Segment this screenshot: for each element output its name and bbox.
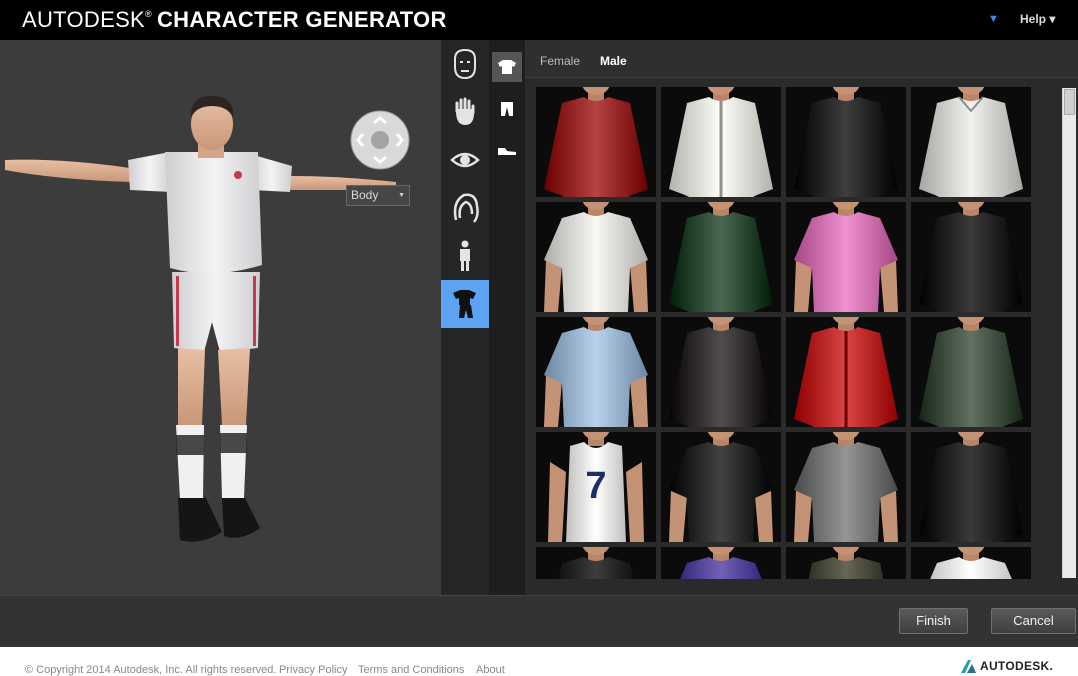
clothing-thumbnail	[786, 547, 906, 579]
about-link[interactable]: About	[476, 664, 505, 676]
product-name: CHARACTER GENERATOR	[156, 7, 447, 32]
clothing-thumbnail	[661, 432, 781, 542]
clothing-thumbnail	[536, 547, 656, 579]
clothing-item[interactable]	[786, 432, 906, 542]
face-icon	[454, 49, 476, 79]
category-clothing[interactable]	[441, 280, 489, 328]
clothing-item[interactable]	[661, 317, 781, 427]
category-face[interactable]	[441, 40, 489, 88]
finish-button[interactable]: Finish	[899, 608, 968, 634]
gender-tabs: Female Male	[525, 40, 1078, 78]
clothing-thumbnail: 7	[536, 432, 656, 542]
pants-icon	[501, 102, 513, 116]
eye-icon	[450, 152, 480, 168]
clothing-thumbnail	[786, 432, 906, 542]
category-skin[interactable]	[441, 88, 489, 136]
clothing-thumbnail	[661, 202, 781, 312]
cancel-button[interactable]: Cancel	[991, 608, 1076, 634]
clothing-item[interactable]	[661, 547, 781, 579]
subcategory-bottoms[interactable]	[492, 94, 522, 124]
clothing-thumbnail	[911, 87, 1031, 197]
clothing-thumbnail	[911, 432, 1031, 542]
tab-female[interactable]: Female	[540, 54, 580, 68]
clothing-icon	[453, 290, 476, 318]
clothing-item[interactable]	[911, 87, 1031, 197]
clothing-thumbnail	[786, 317, 906, 427]
camera-nav-control[interactable]	[350, 110, 410, 170]
clothing-item[interactable]	[911, 432, 1031, 542]
clothing-thumbnail	[536, 317, 656, 427]
category-sidebar	[441, 40, 489, 595]
clothing-item[interactable]: 7	[536, 432, 656, 542]
clothing-item[interactable]	[786, 317, 906, 427]
clothing-item[interactable]	[661, 202, 781, 312]
clothing-thumbnail	[786, 202, 906, 312]
body-icon	[460, 240, 470, 271]
scrollbar-thumb[interactable]	[1064, 89, 1075, 115]
category-eyes[interactable]	[441, 136, 489, 184]
jersey-number: 7	[585, 465, 606, 507]
clothing-item[interactable]	[786, 87, 906, 197]
shoe-icon	[498, 148, 516, 155]
clothing-thumbnail	[661, 547, 781, 579]
clothing-thumbnail	[536, 87, 656, 197]
clothing-item[interactable]	[661, 432, 781, 542]
hand-icon	[455, 97, 475, 125]
subcategory-sidebar	[489, 40, 525, 595]
character-viewport[interactable]: Body ▼	[0, 40, 441, 595]
app-title: AUTODESK® CHARACTER GENERATOR	[22, 7, 447, 33]
body-part-select[interactable]: Body ▼	[346, 185, 410, 206]
clothing-item[interactable]	[911, 317, 1031, 427]
clothing-thumbnail	[661, 87, 781, 197]
category-body[interactable]	[441, 232, 489, 280]
chevron-down-icon: ▼	[398, 192, 405, 199]
clothing-thumbnail	[786, 87, 906, 197]
category-hair[interactable]	[441, 184, 489, 232]
action-bar: Finish Cancel	[0, 595, 1078, 648]
hair-icon	[453, 193, 479, 223]
clothing-item[interactable]	[911, 202, 1031, 312]
clothing-item[interactable]	[661, 87, 781, 197]
subcategory-shoes[interactable]	[492, 136, 522, 166]
brand-name: AUTODESK	[22, 7, 146, 32]
clothing-thumbnail	[911, 317, 1031, 427]
clothing-thumbnail	[911, 202, 1031, 312]
terms-link[interactable]: Terms and Conditions	[358, 664, 464, 676]
clothing-item[interactable]	[536, 317, 656, 427]
clothing-gallery: Female Male 7	[525, 40, 1078, 595]
clothing-item[interactable]	[536, 87, 656, 197]
copyright-text: © Copyright 2014 Autodesk, Inc. All righ…	[25, 664, 277, 676]
clothing-item[interactable]	[536, 547, 656, 579]
help-menu[interactable]: Help ▾	[1020, 12, 1055, 26]
clothing-item[interactable]	[786, 202, 906, 312]
registered-mark: ®	[145, 9, 152, 19]
clothing-item[interactable]	[911, 547, 1031, 579]
gallery-scrollbar[interactable]	[1062, 88, 1076, 578]
clothing-grid: 7	[536, 87, 1036, 579]
subcategory-tops[interactable]	[492, 52, 522, 82]
clothing-thumbnail	[911, 547, 1031, 579]
dropdown-arrow-icon[interactable]: ▼	[988, 13, 999, 25]
clothing-thumbnail	[661, 317, 781, 427]
autodesk-logo: AUTODESK.	[961, 659, 1053, 673]
body-part-select-value: Body	[351, 188, 379, 202]
shirt-icon	[498, 60, 516, 74]
autodesk-logo-text: AUTODESK.	[980, 659, 1054, 673]
footer: © Copyright 2014 Autodesk, Inc. All righ…	[0, 647, 1078, 676]
tab-male[interactable]: Male	[600, 54, 627, 68]
title-bar: AUTODESK® CHARACTER GENERATOR ▼ Help ▾	[0, 0, 1078, 40]
clothing-item[interactable]	[536, 202, 656, 312]
privacy-policy-link[interactable]: Privacy Policy	[279, 664, 347, 676]
rotate-arrows-icon	[350, 110, 410, 170]
clothing-item[interactable]	[786, 547, 906, 579]
autodesk-logo-icon	[961, 659, 976, 673]
clothing-thumbnail	[536, 202, 656, 312]
